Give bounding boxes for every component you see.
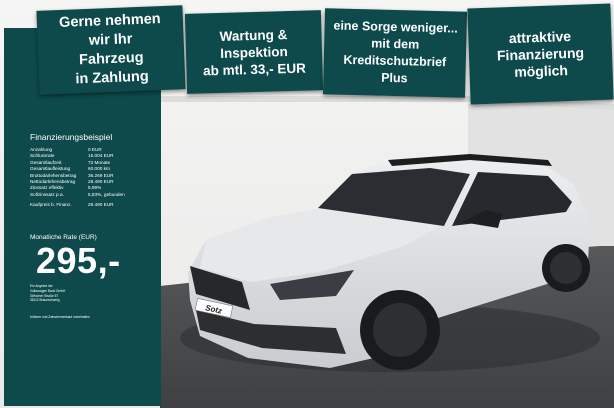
row-label: Kaufpreis b. Finanz. (30, 202, 72, 208)
lender-line: 38112 Braunschweig (30, 298, 60, 303)
trade-in-banner: Gerne nehmen wir Ihr Fahrzeug in Zahlung (36, 5, 186, 95)
lender-line: Volkswagen Bank GmbH (30, 288, 66, 293)
financing-banner: attraktive Finanzierung möglich (467, 3, 614, 105)
financing-row: Sollzinssatz p.a. 5,83%, gebunden (30, 192, 125, 198)
disclaimer: Irrtümer und Zwischenverkauf vorbehalten (30, 315, 90, 319)
ad-canvas: Sotz Gerne nehmen wir Ihr Fahrzeug in Za… (0, 0, 614, 408)
row-value: 28.490 EUR (88, 202, 114, 208)
banner-line: möglich (513, 61, 569, 80)
banner-line: Kreditschutzbrief (343, 52, 447, 70)
banner-line: Gerne nehmen (58, 11, 161, 31)
financing-table: Anzahlung 0 EUR Schlussrate 15.004 EUR Ges… (30, 147, 125, 209)
banner-line: Plus (381, 70, 408, 86)
front-rim (373, 303, 427, 357)
banner-line: in Zahlung (75, 68, 149, 88)
lender-info: Ein Angebot der Volkswagen Bank GmbH Gif… (30, 284, 65, 303)
purchase-price-row: Kaufpreis b. Finanz. 28.490 EUR (30, 202, 125, 208)
banner-line: eine Sorge weniger... (333, 18, 458, 36)
row-label: Sollzinssatz p.a. (30, 191, 64, 197)
row-value: 5,83%, gebunden (88, 191, 125, 197)
rear-rim (550, 252, 582, 284)
service-banner: Wartung & Inspektion ab mtl. 33,- EUR (184, 10, 324, 94)
credit-protection-banner: eine Sorge weniger... mit dem Kreditschu… (322, 8, 468, 98)
banner-line: ab mtl. 33,- EUR (202, 60, 307, 78)
monthly-rate-value: 295,- (36, 240, 121, 281)
financing-title: Finanzierungsbeispiel (30, 132, 113, 142)
banner-line: Finanzierung (496, 43, 585, 64)
